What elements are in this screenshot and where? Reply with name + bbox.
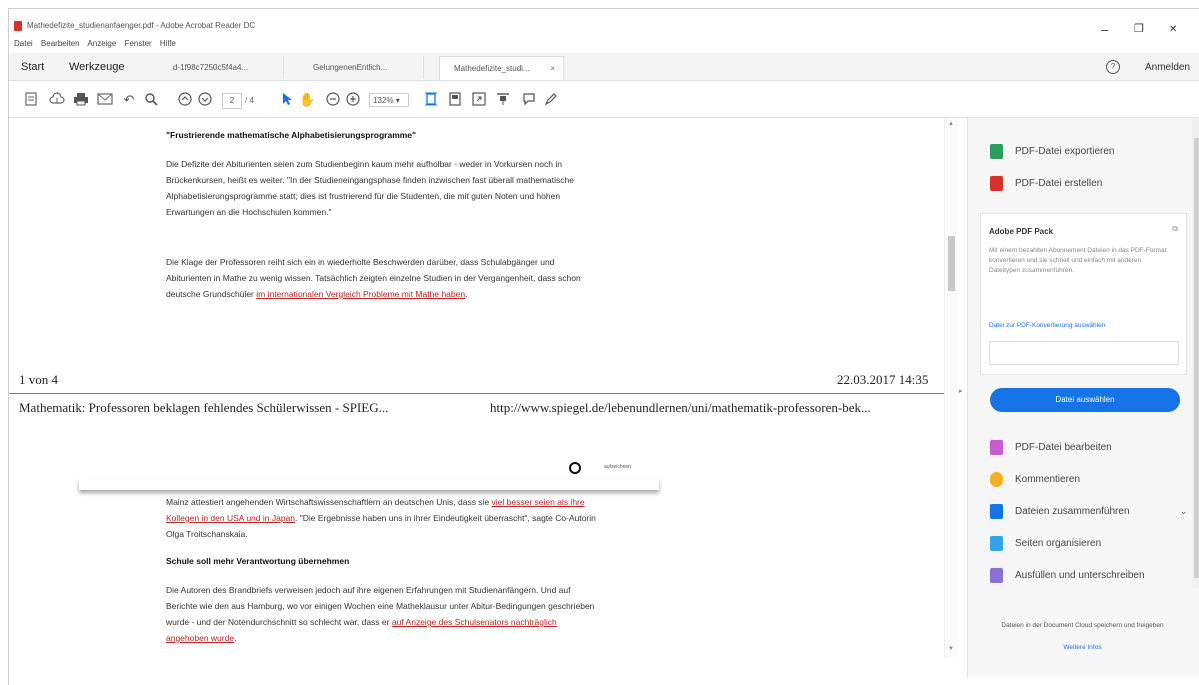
pdf-pack-file-field[interactable] [989,341,1179,365]
zoom-out-icon[interactable] [325,92,341,108]
window-title: Mathedefizite_studienanfaenger.pdf - Ado… [27,21,256,30]
toolbar: ↶ 2 / 4 ✋ 132% ▾ [9,81,1199,118]
tools-pane-scrollbar[interactable] [1192,118,1199,588]
collapse-pane-icon[interactable]: ▸ [959,387,963,395]
menu-bearbeiten[interactable]: Bearbeiten [41,39,80,48]
page-total: / 4 [245,96,254,105]
menu-anzeige[interactable]: Anzeige [87,39,116,48]
pen-draw-icon[interactable] [543,92,559,108]
document-scrollbar[interactable]: ▲ ▼ [944,118,958,658]
next-page-icon[interactable] [197,92,213,108]
overlay-shadow-bar [79,478,659,490]
zoom-in-icon[interactable] [345,92,361,108]
menu-fenster[interactable]: Fenster [125,39,152,48]
tab-close-icon[interactable]: × [550,57,555,80]
tab-document-1[interactable]: d-1f98c7250c5f4a4... [159,56,284,79]
edit-pdf-label: PDF-Datei bearbeiten [1015,442,1112,453]
tab-row: Start Werkzeuge d-1f98c7250c5f4a4... Gel… [9,53,1199,81]
document-paragraph-1: Die Defizite der Abiturienten seien zum … [166,159,574,217]
tools-pane-scroll-thumb[interactable] [1194,138,1199,578]
footer-date: 22.03.2017 14:35 [837,372,929,387]
hand-tool-icon[interactable]: ✋ [299,92,315,108]
document-paragraph-3: Mainz attestiert angehenden Wirtschaftsw… [166,494,596,542]
close-window-button[interactable]: ✕ [1169,23,1177,36]
paragraph-3-text: Mainz attestiert angehenden Wirtschaftsw… [166,497,492,507]
scroll-down-icon[interactable]: ▼ [948,646,954,652]
more-info-link[interactable]: Weitere Infos [980,644,1185,651]
create-pdf-pane-icon [990,176,1003,191]
tools-pane: PDF-Datei exportieren ⌄ PDF-Datei erstel… [967,118,1199,678]
previous-page-icon[interactable] [177,92,193,108]
read-mode-icon[interactable] [447,92,463,108]
tab-tools[interactable]: Werkzeuge [69,61,124,73]
organize-label: Seiten organisieren [1015,538,1102,549]
page-header-url: http://www.spiegel.de/lebenundlernen/uni… [490,400,871,415]
page-separator [9,393,957,394]
full-screen-icon[interactable] [471,92,487,108]
title-bar: Mathedefizite_studienanfaenger.pdf - Ado… [9,9,1199,37]
scroll-mode-icon[interactable] [495,92,511,108]
tab-document-2[interactable]: GelungenenEntlich... [299,56,424,79]
tab-document-1-label: d-1f98c7250c5f4a4... [173,63,249,72]
create-pdf-icon[interactable] [23,92,39,108]
print-icon[interactable] [73,92,89,108]
signin-button[interactable]: Anmelden [1145,62,1190,73]
comment-label: Kommentieren [1015,474,1081,485]
tab-start[interactable]: Start [21,61,44,73]
paragraph-4-end: . [234,633,237,643]
zoom-value: 132% [373,96,394,105]
pdf-pack-info-icon[interactable]: ⧉ [1172,224,1178,234]
create-pdf-label: PDF-Datei erstellen [1015,178,1103,189]
document-heading-2: Schule soll mehr Verantwortung übernehme… [166,556,350,566]
paragraph-2-end: . [465,289,468,299]
scroll-up-icon[interactable]: ▲ [948,121,954,127]
tab-document-3-label: Mathedefizite_studi... [454,64,530,73]
pdf-pack-panel: Adobe PDF Pack ⧉ Mit einem bezahlten Abo… [980,213,1187,375]
zoom-select[interactable]: 132% ▾ [369,93,409,107]
tab-document-2-label: GelungenenEntlich... [313,63,388,72]
fit-page-icon[interactable] [423,92,439,108]
record-label: aufzeichnen [604,464,631,470]
scrollbar-thumb[interactable] [948,236,955,291]
pdf-pack-title: Adobe PDF Pack [989,227,1054,236]
document-view[interactable]: "Frustrierende mathematische Alphabetisi… [9,118,957,685]
export-pdf-label: PDF-Datei exportieren [1015,146,1115,157]
document-paragraph-4: Die Autoren des Brandbriefs verweisen je… [166,582,596,646]
choose-file-button[interactable]: Datei auswählen [990,388,1180,412]
chevron-down-icon[interactable]: ⌄ [1180,506,1188,517]
fill-sign-icon [990,568,1003,583]
maximize-button[interactable]: ❐ [1134,23,1144,36]
comment-icon[interactable] [521,92,537,108]
cloud-storage-text: Dateien in der Document Cloud speichern … [1001,622,1164,629]
mail-icon[interactable] [97,92,113,108]
footer-page-number: 1 von 4 [19,372,58,387]
menu-bar: Datei Bearbeiten Anzeige Fenster Hilfe [14,39,182,48]
tab-document-3[interactable]: Mathedefizite_studi... × [439,56,564,80]
minimize-button[interactable]: – [1101,23,1108,36]
page-number-input[interactable]: 2 [222,93,242,109]
search-icon[interactable] [143,92,159,108]
select-cursor-icon[interactable] [279,92,295,108]
menu-datei[interactable]: Datei [14,39,33,48]
export-pdf-icon [990,144,1003,159]
pdf-pack-select-link[interactable]: Datei zur PDF-Konvertierung auswählen [989,322,1105,329]
edit-pdf-icon [990,440,1003,455]
page-header-title: Mathematik: Professoren beklagen fehlend… [19,400,389,415]
record-icon[interactable] [569,462,581,474]
combine-files-icon [990,504,1003,519]
comment-pane-icon [990,472,1003,487]
menu-hilfe[interactable]: Hilfe [160,39,176,48]
document-paragraph-2: Die Klage der Professoren reiht sich ein… [166,254,596,302]
pdf-pack-description: Mit einem bezahlten Abonnement Dateien i… [989,247,1167,274]
help-icon[interactable]: ? [1106,60,1120,74]
document-heading-1: "Frustrierende mathematische Alphabetisi… [166,130,417,140]
acrobat-app-icon [14,21,22,31]
organize-pages-icon [990,536,1003,551]
undo-icon[interactable]: ↶ [121,92,137,108]
cloud-upload-icon[interactable] [49,92,65,108]
acrobat-window: Mathedefizite_studienanfaenger.pdf - Ado… [8,8,1199,685]
paragraph-2-link[interactable]: im internationalen Vergleich Probleme mi… [256,289,465,299]
combine-label: Dateien zusammenführen [1015,506,1130,517]
fill-sign-label: Ausfüllen und unterschreiben [1015,570,1145,581]
